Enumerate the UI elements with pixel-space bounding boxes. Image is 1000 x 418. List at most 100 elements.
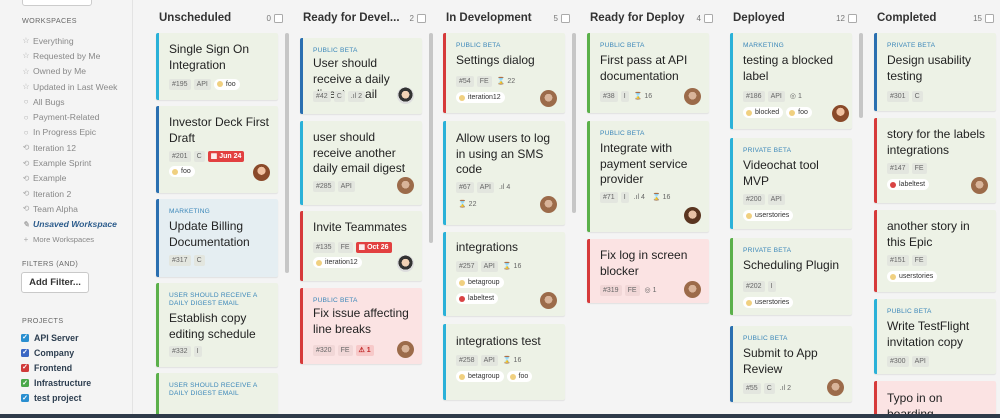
story-card[interactable]: another story in this Epic #151 FE users… <box>874 210 996 292</box>
column-select-checkbox[interactable] <box>561 13 570 23</box>
checkbox-checked-icon[interactable]: ✓ <box>21 333 29 342</box>
epic-label: MARKETING <box>169 208 210 215</box>
owner-avatar[interactable] <box>540 196 557 213</box>
label-tag[interactable]: userstories <box>887 271 938 282</box>
column-select-checkbox[interactable] <box>417 13 426 23</box>
more-workspaces-link[interactable]: + More Workspaces <box>21 232 117 247</box>
column-select-checkbox[interactable] <box>704 13 713 23</box>
column-select-checkbox[interactable] <box>848 13 857 23</box>
workspace-in-progress-epic[interactable]: ○ In Progress Epic <box>21 125 117 140</box>
story-card[interactable]: Fix log in screen blocker #319 FE ◎ 1 <box>587 239 709 303</box>
label-tag[interactable]: betagroup <box>456 371 504 382</box>
column-select-checkbox[interactable] <box>274 13 283 23</box>
story-card[interactable]: Invite Teammates #135 FE ▦ Oct 26 iterat… <box>300 211 422 281</box>
project-frontend[interactable]: ✓ Frontend <box>21 360 91 375</box>
label-tag[interactable]: foo <box>213 78 240 90</box>
story-card[interactable]: PUBLIC BETA Settings dialog #54 FE ⌛ 22 … <box>443 33 565 113</box>
story-card[interactable]: USER SHOULD RECEIVE A DAILY DIGEST EMAIL… <box>156 283 278 367</box>
owner-avatar[interactable] <box>684 207 701 224</box>
checkbox-checked-icon[interactable]: ✓ <box>21 379 29 388</box>
card-type-stripe <box>443 232 446 316</box>
owner-avatar[interactable] <box>540 292 557 309</box>
story-card[interactable]: story for the labels integrations #147 F… <box>874 118 996 203</box>
story-card[interactable]: Single Sign On Integration #195 API foo <box>156 33 278 100</box>
story-card[interactable]: PUBLIC BETA Write TestFlight invitation … <box>874 299 996 374</box>
owner-avatar[interactable] <box>253 164 270 181</box>
card-meta: #38 I ⌛ 16 <box>600 90 654 102</box>
owner-avatar[interactable] <box>397 341 414 358</box>
label-text: betagroup <box>468 373 500 380</box>
label-tag[interactable]: foo <box>786 107 812 118</box>
owner-avatar[interactable] <box>397 177 414 194</box>
workspace-updated-last-week[interactable]: ☆ Updated in Last Week <box>21 79 117 94</box>
story-card[interactable]: integrations #257 API ⌛ 16 betagroup lab… <box>443 232 565 316</box>
label-tag[interactable]: userstories <box>743 210 794 221</box>
estimate-value: 2 <box>358 92 363 100</box>
story-card[interactable]: PRIVATE BETA Scheduling Plugin #202 I us… <box>730 238 852 315</box>
label-tag[interactable]: labeltest <box>456 293 499 304</box>
workspace-requested-by-me[interactable]: ☆ Requested by Me <box>21 48 117 63</box>
column-select-checkbox[interactable] <box>985 13 994 23</box>
story-card[interactable]: PUBLIC BETA User should receive a daily … <box>300 38 422 114</box>
story-card[interactable]: PUBLIC BETA Submit to App Review #55 C .… <box>730 326 852 402</box>
project-api-server[interactable]: ✓ API Server <box>21 330 91 345</box>
hourglass-icon: ⌛ <box>502 262 514 270</box>
owner-avatar[interactable] <box>397 255 414 272</box>
workspace-label: Everything <box>33 35 74 46</box>
story-card[interactable]: Investor Deck First Draft #201 C ▦ Jun 2… <box>156 106 278 193</box>
checkbox-checked-icon[interactable]: ✓ <box>21 363 29 372</box>
story-card[interactable]: MARKETING testing a blocked label #186 A… <box>730 33 852 129</box>
project-label: Infrastructure <box>34 378 92 389</box>
workspace-everything[interactable]: ☆ Everything <box>21 33 117 48</box>
story-card[interactable]: PUBLIC BETA Integrate with payment servi… <box>587 121 709 232</box>
story-card[interactable]: PUBLIC BETA First pass at API documentat… <box>587 33 709 113</box>
owner-avatar[interactable] <box>684 281 701 298</box>
project-company[interactable]: ✓ Company <box>21 345 91 360</box>
workspace-example-sprint[interactable]: ⟲ Example Sprint <box>21 155 117 170</box>
label-tag[interactable]: foo <box>506 371 533 382</box>
label-tag[interactable]: labeltest <box>887 179 930 190</box>
workspace-owned-by-me[interactable]: ☆ Owned by Me <box>21 64 117 79</box>
checkbox-checked-icon[interactable]: ✓ <box>21 394 29 403</box>
label-tag[interactable]: userstories <box>743 297 794 308</box>
workspace-unsaved[interactable]: ✎ Unsaved Workspace <box>21 217 117 232</box>
label-dot-icon <box>316 259 322 266</box>
label-tag[interactable]: iteration12 <box>313 257 362 268</box>
owner-avatar[interactable] <box>832 105 849 122</box>
story-card[interactable]: user should receive another daily email … <box>300 121 422 205</box>
label-tag[interactable]: betagroup <box>456 277 504 288</box>
story-card[interactable]: integrations test #258 API ⌛ 16 betagrou… <box>443 324 565 400</box>
story-card[interactable]: Typo in on boarding <box>874 381 996 418</box>
story-card[interactable]: PRIVATE BETA Design usability testing #3… <box>874 33 996 111</box>
add-filter-button[interactable]: Add Filter... <box>21 272 89 293</box>
story-card[interactable]: Allow users to log in using an SMS code … <box>443 121 565 225</box>
story-card[interactable]: USER SHOULD RECEIVE A DAILY DIGEST EMAIL <box>156 373 278 418</box>
card-labels: iteration12 <box>313 257 362 268</box>
owner-avatar[interactable] <box>971 177 988 194</box>
card-meta: #67 API .ıl 4 <box>456 181 512 193</box>
story-card[interactable]: PRIVATE BETA Videochat tool MVP #200 API… <box>730 138 852 229</box>
project-infrastructure[interactable]: ✓ Infrastructure <box>21 376 91 391</box>
circle-icon: ○ <box>23 112 29 122</box>
due-date-text: Jun 24 <box>219 152 242 160</box>
owner-avatar[interactable] <box>397 87 414 104</box>
workspace-payment-related[interactable]: ○ Payment-Related <box>21 109 117 124</box>
story-card[interactable]: PUBLIC BETA Fix issue affecting line bre… <box>300 288 422 364</box>
workspace-all-bugs[interactable]: ○ All Bugs <box>21 94 117 109</box>
workspace-team-alpha[interactable]: ⟲ Team Alpha <box>21 201 117 216</box>
project-test-project[interactable]: ✓ test project <box>21 391 91 406</box>
top-button[interactable] <box>22 0 92 6</box>
owner-avatar[interactable] <box>684 88 701 105</box>
label-tag[interactable]: blocked <box>743 107 784 118</box>
checkbox-checked-icon[interactable]: ✓ <box>21 348 29 357</box>
workspace-iteration-2[interactable]: ⟲ Iteration 2 <box>21 186 117 201</box>
label-tag[interactable]: foo <box>169 166 195 177</box>
workspace-example[interactable]: ⟲ Example <box>21 171 117 186</box>
owner-avatar[interactable] <box>827 379 844 396</box>
comment-count-value: 1 <box>797 92 802 100</box>
story-card[interactable]: MARKETING Update Billing Documentation #… <box>156 199 278 277</box>
owner-avatar[interactable] <box>540 90 557 107</box>
label-tag[interactable]: iteration12 <box>456 92 505 103</box>
workspace-label: Example <box>33 173 67 184</box>
workspace-iteration-12[interactable]: ⟲ Iteration 12 <box>21 140 117 155</box>
